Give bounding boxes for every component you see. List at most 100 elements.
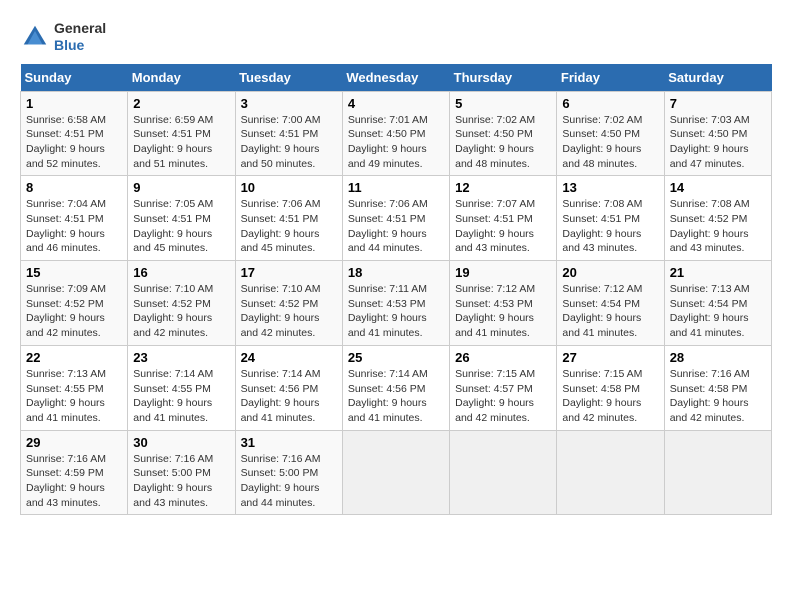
calendar-cell: 20 Sunrise: 7:12 AMSunset: 4:54 PMDaylig… xyxy=(557,261,664,346)
day-info: Sunrise: 7:03 AMSunset: 4:50 PMDaylight:… xyxy=(670,114,750,170)
calendar-cell: 28 Sunrise: 7:16 AMSunset: 4:58 PMDaylig… xyxy=(664,345,771,430)
calendar-cell: 29 Sunrise: 7:16 AMSunset: 4:59 PMDaylig… xyxy=(21,430,128,515)
day-number: 21 xyxy=(670,265,766,280)
day-info: Sunrise: 7:16 AMSunset: 5:00 PMDaylight:… xyxy=(241,453,321,509)
day-number: 10 xyxy=(241,180,337,195)
day-number: 28 xyxy=(670,350,766,365)
day-number: 23 xyxy=(133,350,229,365)
weekday-header-sunday: Sunday xyxy=(21,64,128,92)
calendar-cell: 27 Sunrise: 7:15 AMSunset: 4:58 PMDaylig… xyxy=(557,345,664,430)
day-number: 2 xyxy=(133,96,229,111)
calendar-cell: 30 Sunrise: 7:16 AMSunset: 5:00 PMDaylig… xyxy=(128,430,235,515)
calendar-header-row: SundayMondayTuesdayWednesdayThursdayFrid… xyxy=(21,64,772,92)
calendar-cell xyxy=(664,430,771,515)
day-info: Sunrise: 7:16 AMSunset: 4:59 PMDaylight:… xyxy=(26,453,106,509)
day-number: 30 xyxy=(133,435,229,450)
day-number: 24 xyxy=(241,350,337,365)
weekday-header-tuesday: Tuesday xyxy=(235,64,342,92)
weekday-header-wednesday: Wednesday xyxy=(342,64,449,92)
calendar-cell: 11 Sunrise: 7:06 AMSunset: 4:51 PMDaylig… xyxy=(342,176,449,261)
day-number: 3 xyxy=(241,96,337,111)
calendar-cell: 10 Sunrise: 7:06 AMSunset: 4:51 PMDaylig… xyxy=(235,176,342,261)
calendar-cell: 26 Sunrise: 7:15 AMSunset: 4:57 PMDaylig… xyxy=(450,345,557,430)
logo: General Blue xyxy=(20,20,106,54)
day-info: Sunrise: 7:14 AMSunset: 4:55 PMDaylight:… xyxy=(133,368,213,424)
day-number: 5 xyxy=(455,96,551,111)
day-info: Sunrise: 7:08 AMSunset: 4:51 PMDaylight:… xyxy=(562,198,642,254)
day-info: Sunrise: 7:06 AMSunset: 4:51 PMDaylight:… xyxy=(241,198,321,254)
calendar-cell: 16 Sunrise: 7:10 AMSunset: 4:52 PMDaylig… xyxy=(128,261,235,346)
day-number: 29 xyxy=(26,435,122,450)
day-number: 11 xyxy=(348,180,444,195)
calendar-week-row: 22 Sunrise: 7:13 AMSunset: 4:55 PMDaylig… xyxy=(21,345,772,430)
logo-icon xyxy=(20,22,50,52)
calendar-cell: 6 Sunrise: 7:02 AMSunset: 4:50 PMDayligh… xyxy=(557,91,664,176)
calendar-cell: 23 Sunrise: 7:14 AMSunset: 4:55 PMDaylig… xyxy=(128,345,235,430)
calendar-cell: 2 Sunrise: 6:59 AMSunset: 4:51 PMDayligh… xyxy=(128,91,235,176)
calendar-cell: 8 Sunrise: 7:04 AMSunset: 4:51 PMDayligh… xyxy=(21,176,128,261)
day-info: Sunrise: 7:10 AMSunset: 4:52 PMDaylight:… xyxy=(133,283,213,339)
day-number: 20 xyxy=(562,265,658,280)
weekday-header-monday: Monday xyxy=(128,64,235,92)
weekday-header-thursday: Thursday xyxy=(450,64,557,92)
day-number: 31 xyxy=(241,435,337,450)
page-header: General Blue xyxy=(20,20,772,54)
calendar-week-row: 8 Sunrise: 7:04 AMSunset: 4:51 PMDayligh… xyxy=(21,176,772,261)
day-info: Sunrise: 7:07 AMSunset: 4:51 PMDaylight:… xyxy=(455,198,535,254)
calendar-cell: 13 Sunrise: 7:08 AMSunset: 4:51 PMDaylig… xyxy=(557,176,664,261)
day-info: Sunrise: 7:00 AMSunset: 4:51 PMDaylight:… xyxy=(241,114,321,170)
day-info: Sunrise: 7:15 AMSunset: 4:58 PMDaylight:… xyxy=(562,368,642,424)
calendar-cell: 18 Sunrise: 7:11 AMSunset: 4:53 PMDaylig… xyxy=(342,261,449,346)
calendar-cell: 21 Sunrise: 7:13 AMSunset: 4:54 PMDaylig… xyxy=(664,261,771,346)
day-number: 25 xyxy=(348,350,444,365)
day-number: 18 xyxy=(348,265,444,280)
day-info: Sunrise: 7:11 AMSunset: 4:53 PMDaylight:… xyxy=(348,283,427,339)
calendar-cell: 24 Sunrise: 7:14 AMSunset: 4:56 PMDaylig… xyxy=(235,345,342,430)
day-number: 7 xyxy=(670,96,766,111)
day-info: Sunrise: 7:10 AMSunset: 4:52 PMDaylight:… xyxy=(241,283,321,339)
day-info: Sunrise: 7:12 AMSunset: 4:54 PMDaylight:… xyxy=(562,283,642,339)
day-number: 6 xyxy=(562,96,658,111)
calendar-cell: 4 Sunrise: 7:01 AMSunset: 4:50 PMDayligh… xyxy=(342,91,449,176)
day-info: Sunrise: 7:14 AMSunset: 4:56 PMDaylight:… xyxy=(348,368,428,424)
day-number: 14 xyxy=(670,180,766,195)
calendar-cell: 25 Sunrise: 7:14 AMSunset: 4:56 PMDaylig… xyxy=(342,345,449,430)
day-info: Sunrise: 6:59 AMSunset: 4:51 PMDaylight:… xyxy=(133,114,213,170)
day-number: 16 xyxy=(133,265,229,280)
day-number: 17 xyxy=(241,265,337,280)
weekday-header-friday: Friday xyxy=(557,64,664,92)
calendar-week-row: 15 Sunrise: 7:09 AMSunset: 4:52 PMDaylig… xyxy=(21,261,772,346)
day-number: 1 xyxy=(26,96,122,111)
logo-text: General Blue xyxy=(54,20,106,54)
calendar-cell xyxy=(450,430,557,515)
day-info: Sunrise: 7:12 AMSunset: 4:53 PMDaylight:… xyxy=(455,283,535,339)
day-info: Sunrise: 7:16 AMSunset: 5:00 PMDaylight:… xyxy=(133,453,213,509)
calendar-cell: 31 Sunrise: 7:16 AMSunset: 5:00 PMDaylig… xyxy=(235,430,342,515)
calendar-cell: 15 Sunrise: 7:09 AMSunset: 4:52 PMDaylig… xyxy=(21,261,128,346)
day-info: Sunrise: 7:09 AMSunset: 4:52 PMDaylight:… xyxy=(26,283,106,339)
day-info: Sunrise: 6:58 AMSunset: 4:51 PMDaylight:… xyxy=(26,114,106,170)
day-info: Sunrise: 7:02 AMSunset: 4:50 PMDaylight:… xyxy=(455,114,535,170)
day-info: Sunrise: 7:01 AMSunset: 4:50 PMDaylight:… xyxy=(348,114,428,170)
day-info: Sunrise: 7:14 AMSunset: 4:56 PMDaylight:… xyxy=(241,368,321,424)
calendar-cell: 3 Sunrise: 7:00 AMSunset: 4:51 PMDayligh… xyxy=(235,91,342,176)
calendar-cell xyxy=(557,430,664,515)
calendar-cell: 5 Sunrise: 7:02 AMSunset: 4:50 PMDayligh… xyxy=(450,91,557,176)
day-number: 26 xyxy=(455,350,551,365)
day-number: 8 xyxy=(26,180,122,195)
day-info: Sunrise: 7:15 AMSunset: 4:57 PMDaylight:… xyxy=(455,368,535,424)
calendar-cell: 19 Sunrise: 7:12 AMSunset: 4:53 PMDaylig… xyxy=(450,261,557,346)
day-number: 13 xyxy=(562,180,658,195)
day-number: 27 xyxy=(562,350,658,365)
day-info: Sunrise: 7:06 AMSunset: 4:51 PMDaylight:… xyxy=(348,198,428,254)
day-info: Sunrise: 7:13 AMSunset: 4:55 PMDaylight:… xyxy=(26,368,106,424)
day-info: Sunrise: 7:02 AMSunset: 4:50 PMDaylight:… xyxy=(562,114,642,170)
calendar-cell xyxy=(342,430,449,515)
day-info: Sunrise: 7:04 AMSunset: 4:51 PMDaylight:… xyxy=(26,198,106,254)
calendar-cell: 1 Sunrise: 6:58 AMSunset: 4:51 PMDayligh… xyxy=(21,91,128,176)
calendar-week-row: 1 Sunrise: 6:58 AMSunset: 4:51 PMDayligh… xyxy=(21,91,772,176)
calendar-cell: 7 Sunrise: 7:03 AMSunset: 4:50 PMDayligh… xyxy=(664,91,771,176)
calendar-table: SundayMondayTuesdayWednesdayThursdayFrid… xyxy=(20,64,772,516)
day-info: Sunrise: 7:08 AMSunset: 4:52 PMDaylight:… xyxy=(670,198,750,254)
calendar-cell: 22 Sunrise: 7:13 AMSunset: 4:55 PMDaylig… xyxy=(21,345,128,430)
